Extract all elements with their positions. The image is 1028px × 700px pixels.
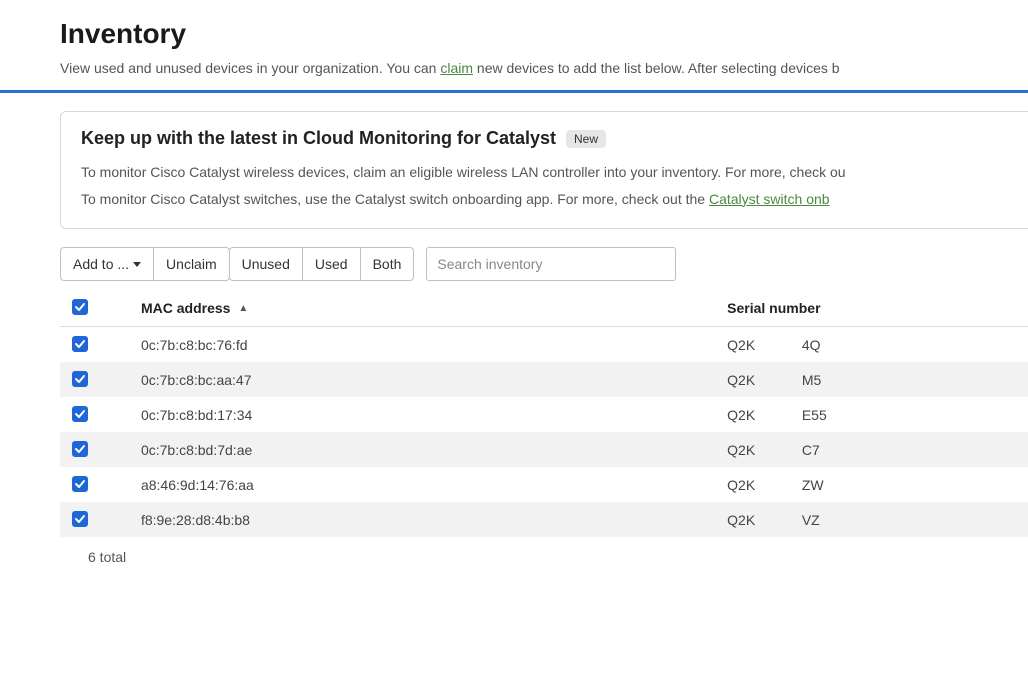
header-serial[interactable]: Serial number [715,289,1028,327]
row-checkbox-cell[interactable] [60,432,129,467]
cell-mac: 0c:7b:c8:bc:76:fd [129,327,715,363]
banner-line-1: To monitor Cisco Catalyst wireless devic… [81,159,1028,186]
used-filter-button[interactable]: Used [303,247,361,281]
intro-before: View used and unused devices in your org… [60,60,440,76]
table-body: 0c:7b:c8:bc:76:fdQ2K 4Q—MX680c:7b:c8:bc:… [60,327,1028,538]
check-icon [74,338,86,350]
toolbar: Add to ... Unclaim Unused Used Both [60,247,1028,281]
cell-mac: f8:9e:28:d8:4b:b8 [129,502,715,537]
intro-after: new devices to add the list below. After… [473,60,840,76]
table-row[interactable]: f8:9e:28:d8:4b:b8Q2K VZ—MX68 [60,502,1028,537]
table-row[interactable]: 0c:7b:c8:bd:7d:aeQ2K C7—MX68 [60,432,1028,467]
cell-serial: Q2K VZ [715,502,1028,537]
cell-mac: 0c:7b:c8:bd:7d:ae [129,432,715,467]
page-title: Inventory [60,18,1028,50]
caret-down-icon [133,262,141,267]
action-button-group: Add to ... Unclaim [60,247,230,281]
divider [0,90,1028,93]
cell-mac: 0c:7b:c8:bd:17:34 [129,397,715,432]
table-row[interactable]: 0c:7b:c8:bd:17:34Q2K E55—MX68 [60,397,1028,432]
catalyst-onboarding-link[interactable]: Catalyst switch onb [709,191,830,207]
row-checkbox[interactable] [72,511,88,527]
cell-serial: Q2K M5 [715,362,1028,397]
check-icon [74,443,86,455]
table-row[interactable]: a8:46:9d:14:76:aaQ2K ZW—MX68 [60,467,1028,502]
sort-asc-icon: ▲ [238,303,248,314]
cell-mac: 0c:7b:c8:bc:aa:47 [129,362,715,397]
row-checkbox-cell[interactable] [60,362,129,397]
cell-serial: Q2K 4Q [715,327,1028,363]
filter-button-group: Unused Used Both [229,247,415,281]
both-filter-button[interactable]: Both [361,247,415,281]
check-icon [74,478,86,490]
check-icon [74,373,86,385]
cell-mac: a8:46:9d:14:76:aa [129,467,715,502]
intro-text: View used and unused devices in your org… [60,60,1028,76]
header-select-all[interactable] [60,289,129,327]
unclaim-button[interactable]: Unclaim [154,247,230,281]
row-checkbox-cell[interactable] [60,502,129,537]
cell-serial: Q2K ZW [715,467,1028,502]
check-icon [74,513,86,525]
row-checkbox[interactable] [72,441,88,457]
add-to-label: Add to ... [73,256,129,272]
select-all-checkbox[interactable] [72,299,88,315]
cell-serial: Q2K C7 [715,432,1028,467]
row-checkbox[interactable] [72,371,88,387]
table-header-row: MAC address ▲ Serial number Network Mode… [60,289,1028,327]
header-mac[interactable]: MAC address ▲ [129,289,715,327]
check-icon [74,301,86,313]
inventory-table: MAC address ▲ Serial number Network Mode… [60,289,1028,537]
row-checkbox[interactable] [72,406,88,422]
banner-title: Keep up with the latest in Cloud Monitor… [81,128,556,149]
row-checkbox[interactable] [72,336,88,352]
new-badge: New [566,130,606,148]
search-input[interactable] [426,247,676,281]
catalyst-banner: Keep up with the latest in Cloud Monitor… [60,111,1028,229]
row-checkbox-cell[interactable] [60,397,129,432]
unused-filter-button[interactable]: Unused [229,247,303,281]
banner-line-2-before: To monitor Cisco Catalyst switches, use … [81,191,709,207]
add-to-button[interactable]: Add to ... [60,247,154,281]
banner-line-2: To monitor Cisco Catalyst switches, use … [81,186,1028,213]
table-row[interactable]: 0c:7b:c8:bc:aa:47Q2K M5—MX68 [60,362,1028,397]
claim-link[interactable]: claim [440,60,473,76]
cell-serial: Q2K E55 [715,397,1028,432]
row-count: 6 total [60,537,1028,565]
row-checkbox[interactable] [72,476,88,492]
row-checkbox-cell[interactable] [60,327,129,363]
header-mac-label: MAC address [141,300,230,316]
row-checkbox-cell[interactable] [60,467,129,502]
check-icon [74,408,86,420]
table-row[interactable]: 0c:7b:c8:bc:76:fdQ2K 4Q—MX68 [60,327,1028,363]
